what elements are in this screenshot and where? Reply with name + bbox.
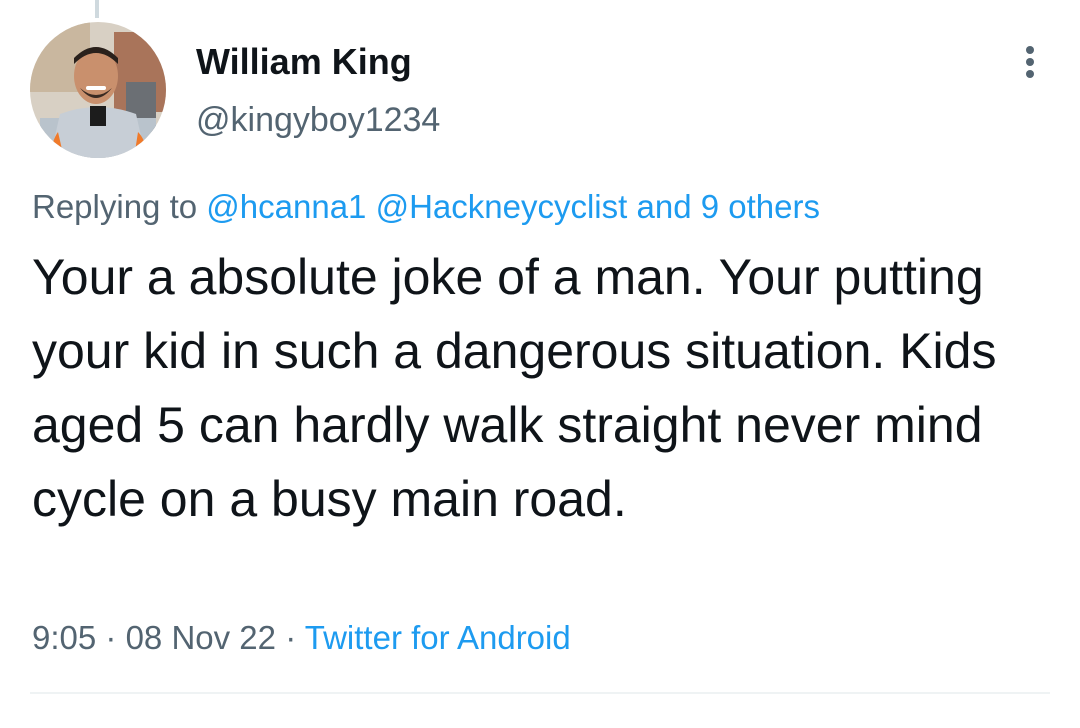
mention-link-hcanna1[interactable]: @hcanna1: [206, 188, 366, 225]
reply-prefix: Replying to: [32, 188, 198, 225]
meta-separator: ·: [285, 619, 297, 656]
tweet-metadata: 9:05 · 08 Nov 22 · Twitter for Android: [32, 616, 571, 660]
avatar-photo: [30, 22, 166, 158]
avatar[interactable]: [30, 22, 166, 158]
tweet-date[interactable]: 08 Nov 22: [126, 619, 276, 656]
author-handle[interactable]: @kingyboy1234: [196, 98, 440, 142]
more-options-button[interactable]: [1010, 40, 1050, 84]
thread-connector-line: [95, 0, 99, 18]
meta-separator: ·: [105, 619, 117, 656]
tweet-time[interactable]: 9:05: [32, 619, 96, 656]
tweet-text: Your a absolute joke of a man. Your putt…: [32, 249, 997, 527]
divider: [30, 692, 1050, 694]
more-vertical-icon: [1026, 46, 1034, 78]
tweet-source-link[interactable]: Twitter for Android: [305, 619, 571, 656]
mention-link-hackneycyclist[interactable]: @Hackneycyclist: [376, 188, 628, 225]
mention-link-others[interactable]: and 9 others: [636, 188, 819, 225]
reply-context: Replying to @hcanna1 @Hackneycyclist and…: [32, 186, 820, 228]
author-display-name[interactable]: William King: [196, 40, 412, 84]
